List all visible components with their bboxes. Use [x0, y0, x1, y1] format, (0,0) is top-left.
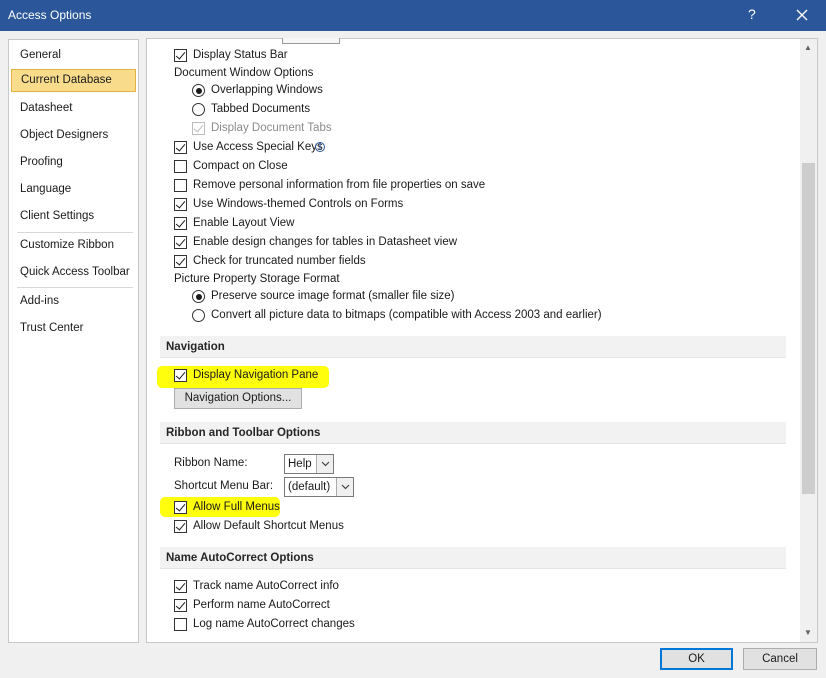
sidebar-item-customize-ribbon[interactable]: Customize Ribbon — [9, 234, 138, 257]
compact-on-close-label: Compact on Close — [193, 160, 288, 172]
use-access-special-keys-checkbox[interactable] — [174, 141, 187, 154]
track-name-autocorrect-label: Track name AutoCorrect info — [193, 580, 339, 592]
overlapping-windows-label: Overlapping Windows — [211, 84, 323, 96]
autocorrect-section-header: Name AutoCorrect Options — [160, 547, 786, 569]
ribbon-name-label: Ribbon Name: — [174, 457, 248, 469]
info-icon[interactable]: i — [315, 142, 325, 152]
convert-bitmaps-label: Convert all picture data to bitmaps (com… — [211, 309, 602, 321]
remove-personal-info-checkbox[interactable] — [174, 179, 187, 192]
allow-full-menus-label: Allow Full Menus — [193, 501, 280, 513]
vertical-scrollbar[interactable]: ▲ ▼ — [800, 39, 817, 642]
display-status-bar-label: Display Status Bar — [193, 49, 288, 61]
overlapping-windows-radio[interactable] — [192, 84, 205, 97]
enable-design-changes-checkbox[interactable] — [174, 236, 187, 249]
display-document-tabs-checkbox — [192, 122, 205, 135]
check-truncated-checkbox[interactable] — [174, 255, 187, 268]
sidebar-item-proofing[interactable]: Proofing — [9, 151, 138, 174]
shortcut-menu-bar-dropdown[interactable]: (default) — [284, 477, 354, 497]
sidebar-item-current-database[interactable]: Current Database — [11, 69, 136, 92]
sidebar-item-general[interactable]: General — [9, 44, 138, 67]
navigation-section-header: Navigation — [160, 336, 786, 358]
sidebar-item-language[interactable]: Language — [9, 178, 138, 201]
document-window-options-label: Document Window Options — [174, 67, 314, 79]
display-navigation-pane-checkbox[interactable] — [174, 369, 187, 382]
window-title: Access Options — [8, 8, 92, 22]
options-category-list: General Current Database Datasheet Objec… — [8, 39, 139, 643]
preserve-source-radio[interactable] — [192, 290, 205, 303]
allow-full-menus-checkbox[interactable] — [174, 501, 187, 514]
sidebar-divider — [17, 287, 133, 288]
sidebar-item-object-designers[interactable]: Object Designers — [9, 124, 138, 147]
log-name-autocorrect-label: Log name AutoCorrect changes — [193, 618, 355, 630]
sidebar-item-add-ins[interactable]: Add-ins — [9, 290, 138, 313]
sidebar-item-client-settings[interactable]: Client Settings — [9, 205, 138, 228]
chevron-down-icon[interactable] — [316, 455, 333, 473]
ribbon-section-header: Ribbon and Toolbar Options — [160, 422, 786, 444]
check-truncated-label: Check for truncated number fields — [193, 255, 366, 267]
sidebar-item-quick-access-toolbar[interactable]: Quick Access Toolbar — [9, 261, 138, 284]
chevron-down-icon[interactable] — [336, 478, 353, 496]
preserve-source-label: Preserve source image format (smaller fi… — [211, 290, 455, 302]
log-name-autocorrect-checkbox[interactable] — [174, 618, 187, 631]
display-status-bar-checkbox[interactable] — [174, 49, 187, 62]
windows-themed-controls-checkbox[interactable] — [174, 198, 187, 211]
display-navigation-pane-label: Display Navigation Pane — [193, 369, 319, 381]
allow-default-shortcut-checkbox[interactable] — [174, 520, 187, 533]
sidebar-divider — [17, 232, 133, 233]
ok-button[interactable]: OK — [660, 648, 733, 670]
ribbon-name-value: Help — [288, 458, 312, 470]
convert-bitmaps-radio[interactable] — [192, 309, 205, 322]
picture-property-label: Picture Property Storage Format — [174, 273, 340, 285]
display-document-tabs-label: Display Document Tabs — [211, 122, 332, 134]
sidebar-item-trust-center[interactable]: Trust Center — [9, 317, 138, 340]
navigation-options-button[interactable]: Navigation Options... — [174, 388, 302, 409]
windows-themed-controls-label: Use Windows-themed Controls on Forms — [193, 198, 404, 210]
perform-name-autocorrect-checkbox[interactable] — [174, 599, 187, 612]
shortcut-menu-bar-value: (default) — [288, 481, 331, 493]
track-name-autocorrect-checkbox[interactable] — [174, 580, 187, 593]
scroll-up-arrow-icon[interactable]: ▲ — [804, 43, 812, 52]
allow-default-shortcut-label: Allow Default Shortcut Menus — [193, 520, 344, 532]
perform-name-autocorrect-label: Perform name AutoCorrect — [193, 599, 330, 611]
remove-personal-info-label: Remove personal information from file pr… — [193, 179, 486, 191]
sidebar-item-datasheet[interactable]: Datasheet — [9, 97, 138, 120]
close-button[interactable] — [788, 2, 816, 28]
cancel-button[interactable]: Cancel — [743, 648, 817, 670]
enable-design-changes-label: Enable design changes for tables in Data… — [193, 236, 458, 248]
tabbed-documents-radio[interactable] — [192, 103, 205, 116]
enable-layout-view-checkbox[interactable] — [174, 217, 187, 230]
scrollbar-thumb[interactable] — [802, 163, 815, 494]
close-icon — [796, 9, 808, 21]
tabbed-documents-label: Tabbed Documents — [211, 103, 311, 115]
compact-on-close-checkbox[interactable] — [174, 160, 187, 173]
shortcut-menu-bar-label: Shortcut Menu Bar: — [174, 480, 274, 492]
help-button[interactable]: ? — [748, 6, 756, 22]
scroll-down-arrow-icon[interactable]: ▼ — [804, 628, 812, 637]
enable-layout-view-label: Enable Layout View — [193, 217, 295, 229]
title-bar: Access Options ? — [0, 0, 826, 31]
use-access-special-keys-label: Use Access Special Keys — [193, 141, 323, 153]
clipped-dropdown[interactable] — [282, 38, 340, 44]
ribbon-name-dropdown[interactable]: Help — [284, 454, 334, 474]
